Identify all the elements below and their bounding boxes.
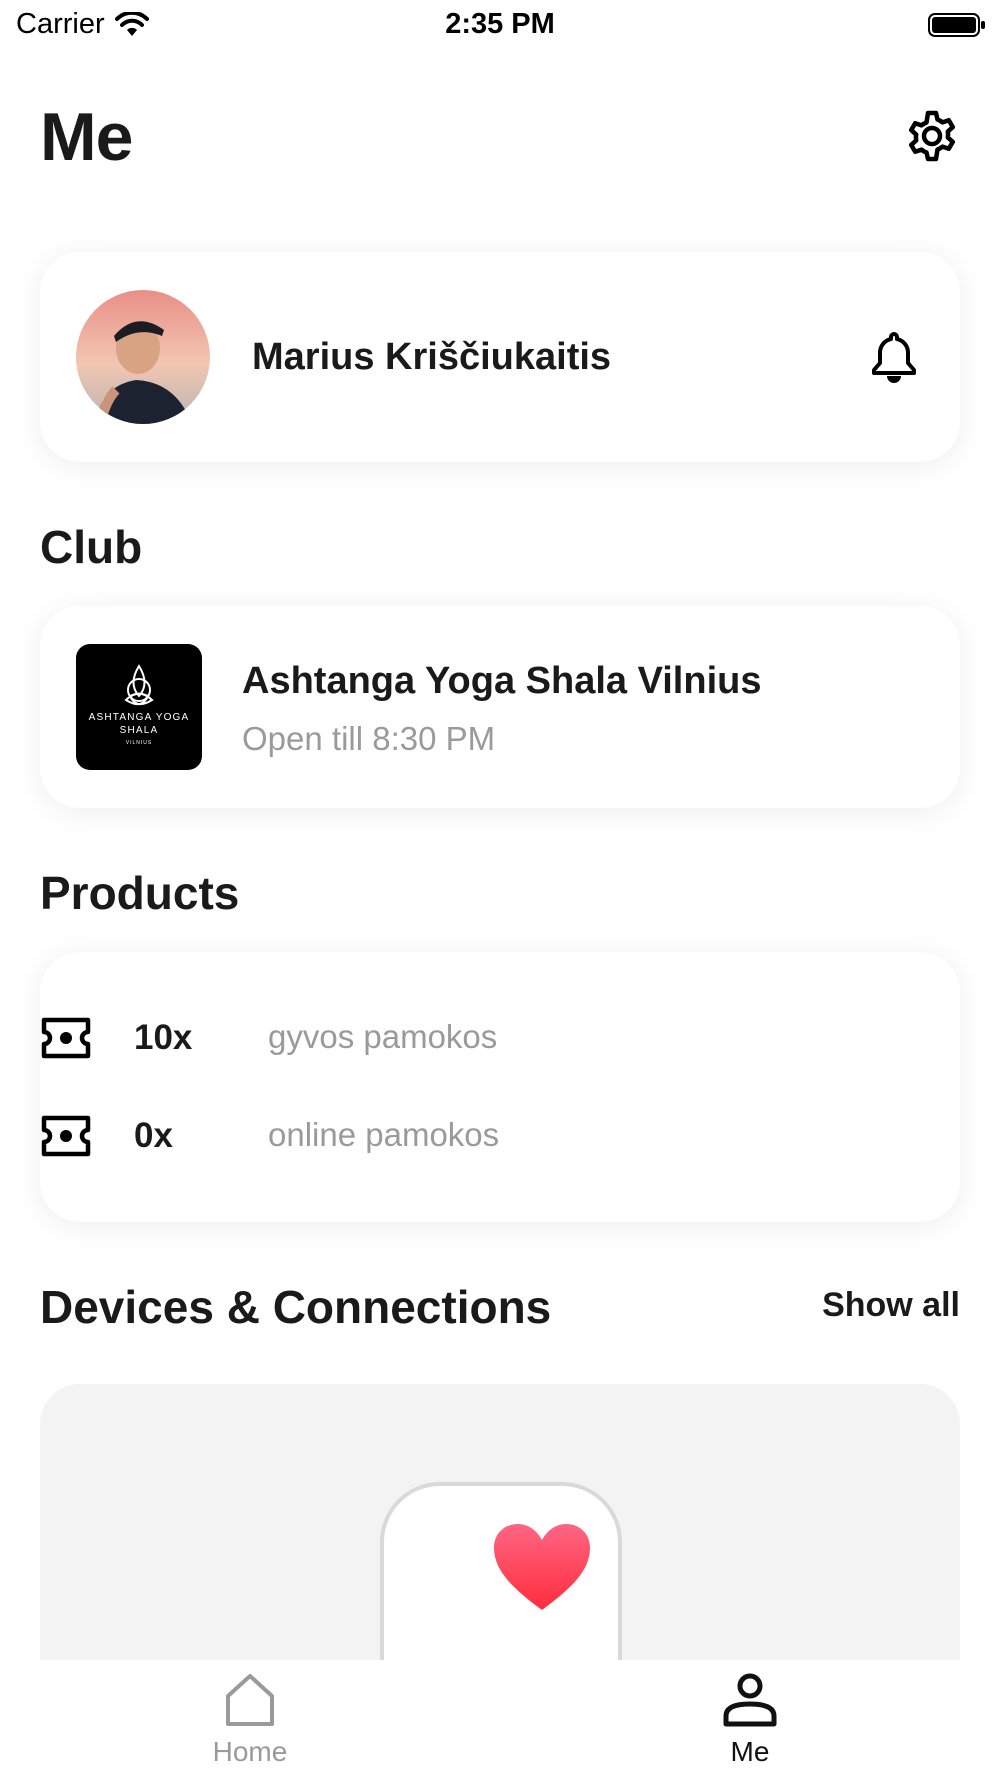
tab-me-label: Me <box>730 1736 770 1767</box>
bell-icon <box>872 332 916 383</box>
page-title: Me <box>40 99 133 175</box>
ticket-icon <box>41 1115 91 1157</box>
heart-icon <box>494 1524 590 1610</box>
status-bar: Carrier 2:35 PM <box>0 0 1000 50</box>
profile-name: Marius Kriščiukaitis <box>252 336 612 378</box>
products-section-title: Products <box>40 867 240 919</box>
status-time: 2:35 PM <box>445 8 555 40</box>
person-icon <box>723 1673 777 1727</box>
tab-bar: Home Me <box>0 1660 1000 1778</box>
product-count: 0x <box>134 1116 173 1155</box>
club-name: Ashtanga Yoga Shala Vilnius <box>242 660 762 702</box>
club-hours: Open till 8:30 PM <box>242 720 496 757</box>
devices-section-title: Devices & Connections <box>40 1281 552 1333</box>
profile-card[interactable]: Marius Kriščiukaitis <box>40 252 960 462</box>
settings-button[interactable] <box>906 110 958 162</box>
home-icon <box>226 1674 274 1726</box>
show-all-link[interactable]: Show all <box>822 1286 960 1325</box>
ticket-icon <box>41 1017 91 1059</box>
club-card[interactable]: ASHTANGA YOGA SHALA VILNIUS Ashtanga Yog… <box>40 606 960 808</box>
product-row[interactable]: 10x gyvos pamokos <box>0 1008 920 1068</box>
tab-home[interactable]: Home <box>150 1672 350 1776</box>
avatar-image <box>76 290 210 424</box>
product-label: gyvos pamokos <box>268 1018 498 1055</box>
product-label: online pamokos <box>268 1116 500 1153</box>
club-logo: ASHTANGA YOGA SHALA VILNIUS <box>76 644 202 770</box>
notifications-button[interactable] <box>870 330 918 384</box>
club-logo-line2: SHALA <box>120 725 159 736</box>
product-count: 10x <box>134 1018 193 1057</box>
club-logo-line1: ASHTANGA YOGA <box>89 712 190 723</box>
battery-icon <box>928 13 985 37</box>
products-card <box>40 952 960 1222</box>
tab-home-label: Home <box>212 1736 288 1767</box>
tab-me[interactable]: Me <box>650 1672 850 1776</box>
club-section-title: Club <box>40 521 143 573</box>
avatar[interactable] <box>76 290 210 424</box>
club-logo-line3: VILNIUS <box>126 740 152 746</box>
gear-icon <box>908 110 956 162</box>
product-row[interactable]: 0x online pamokos <box>0 1106 920 1166</box>
